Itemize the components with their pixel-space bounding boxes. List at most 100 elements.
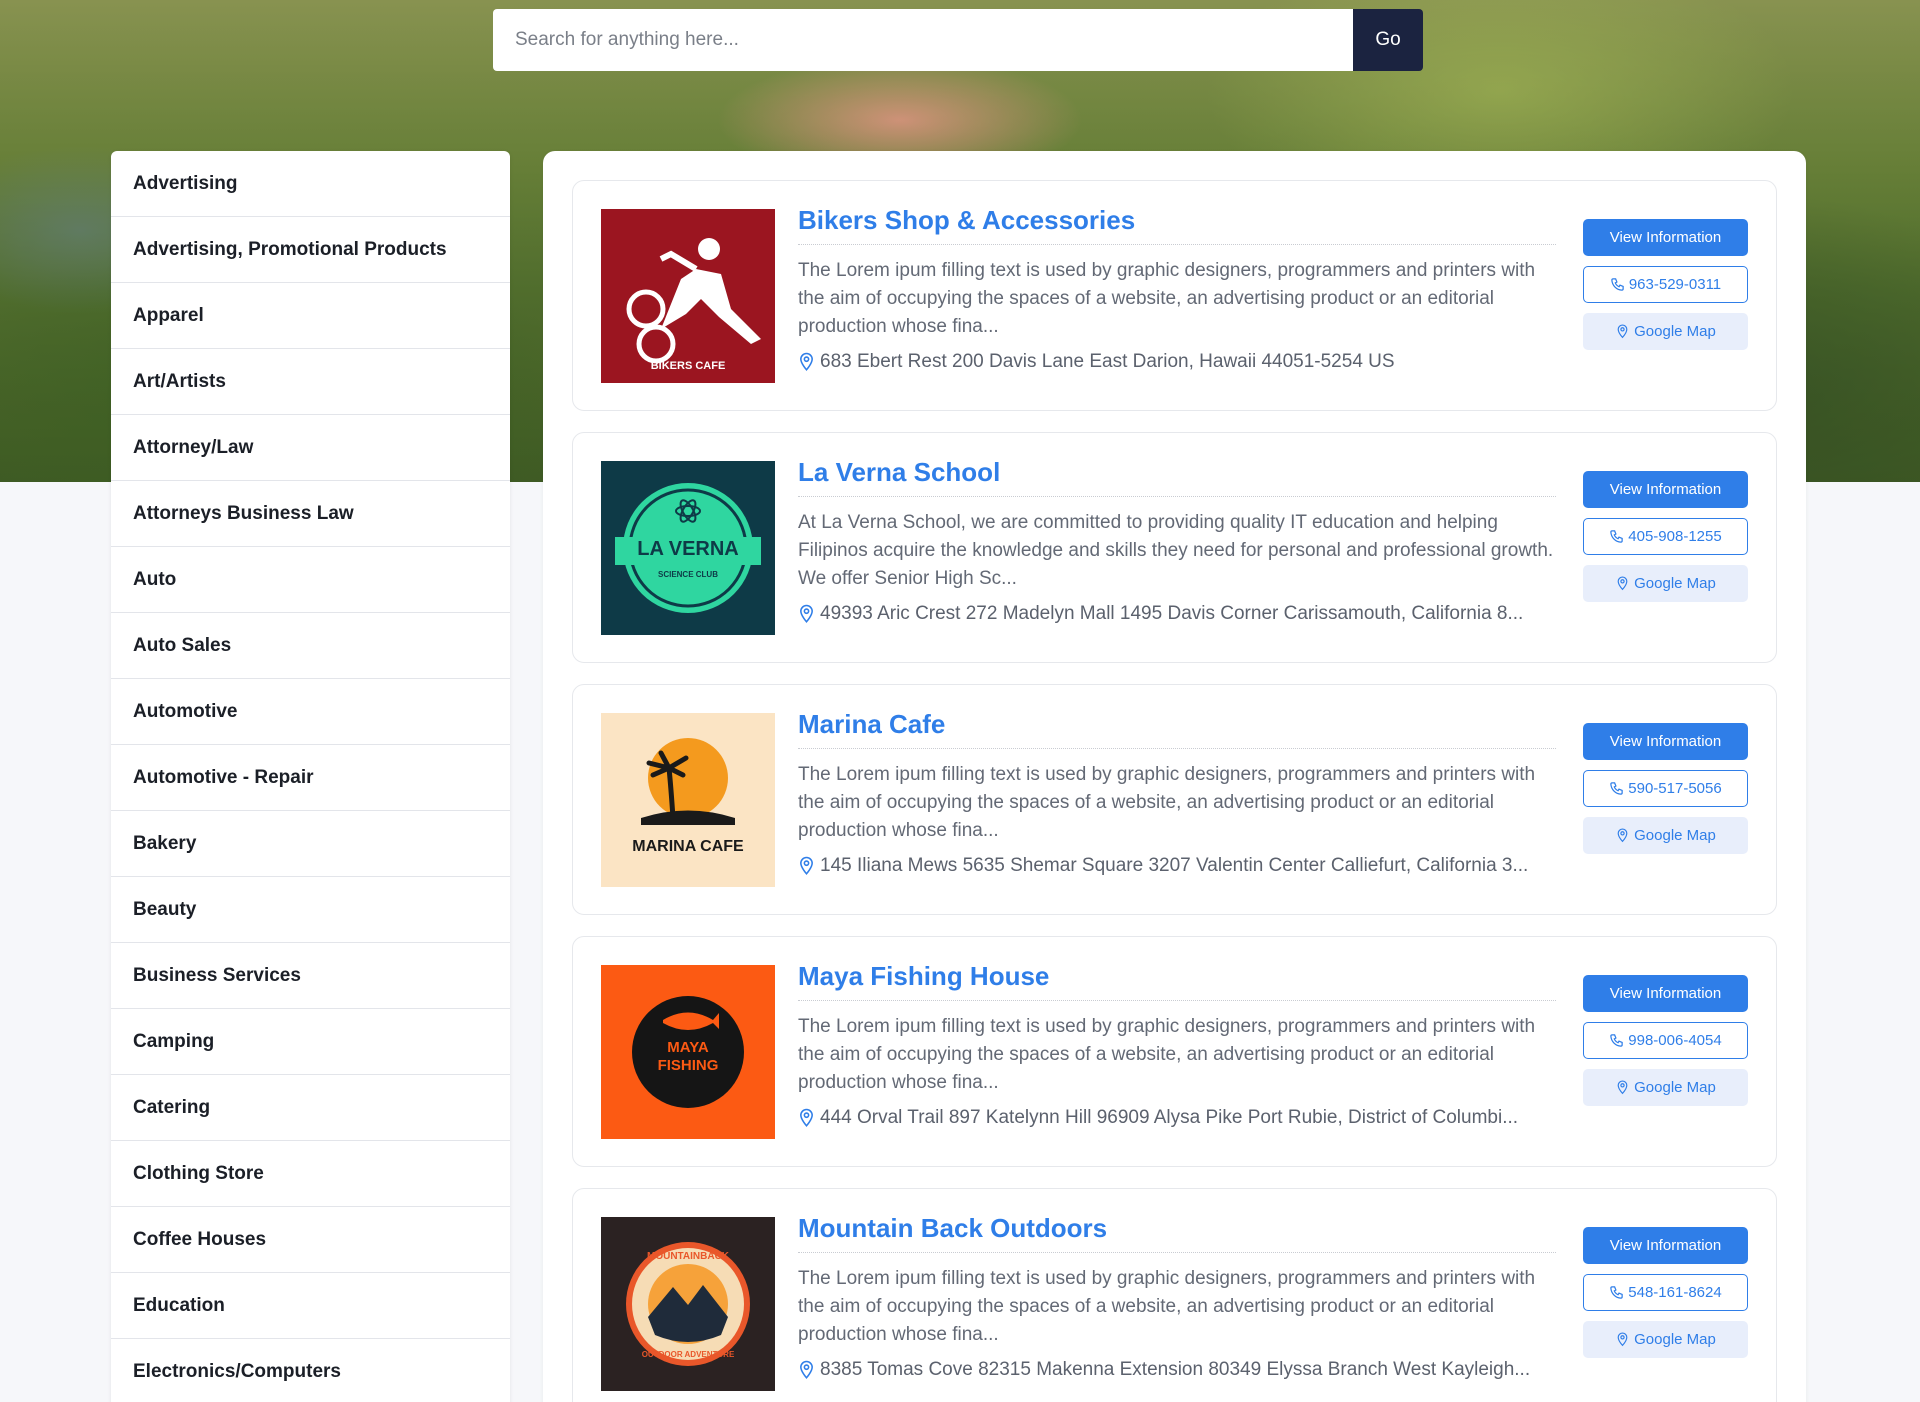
phone-number: 963-529-0311 bbox=[1628, 276, 1722, 293]
logo-subtext: FISHING bbox=[658, 1057, 719, 1074]
map-pin-icon bbox=[1617, 1080, 1628, 1095]
listing-description: The Lorem ipum filling text is used by g… bbox=[798, 764, 1536, 841]
category-sidebar: Advertising Advertising, Promotional Pro… bbox=[111, 151, 510, 1402]
logo-text: MAYA bbox=[667, 1039, 709, 1056]
logo-text: MOUNTAINBACK bbox=[647, 1251, 730, 1262]
listing-address: 683 Ebert Rest 200 Davis Lane East Dario… bbox=[798, 351, 1556, 373]
phone-number: 548-161-8624 bbox=[1628, 1284, 1722, 1301]
phone-icon bbox=[1611, 278, 1624, 291]
category-item[interactable]: Apparel bbox=[111, 283, 510, 349]
phone-number: 405-908-1255 bbox=[1628, 528, 1722, 545]
listing-address: 49393 Aric Crest 272 Madelyn Mall 1495 D… bbox=[798, 603, 1556, 625]
category-item[interactable]: Advertising bbox=[111, 151, 510, 217]
listing-description: The Lorem ipum filling text is used by g… bbox=[798, 260, 1536, 337]
logo-text: LA VERNA bbox=[637, 538, 738, 560]
listing-logo: MAYA FISHING bbox=[601, 965, 775, 1139]
listing-logo: MOUNTAINBACK OUTDOOR ADVENTURE bbox=[601, 1217, 775, 1391]
map-pin-icon bbox=[1617, 324, 1628, 339]
google-map-button[interactable]: Google Map bbox=[1583, 1321, 1748, 1358]
map-pin-icon bbox=[800, 1108, 813, 1127]
listing-title[interactable]: Marina Cafe bbox=[798, 709, 1556, 749]
phone-icon bbox=[1610, 1286, 1624, 1299]
logo-subtext: SCIENCE CLUB bbox=[658, 570, 718, 579]
logo-text: MARINA CAFE bbox=[632, 838, 744, 855]
phone-button[interactable]: 405-908-1255 bbox=[1583, 518, 1748, 555]
category-item[interactable]: Beauty bbox=[111, 877, 510, 943]
category-item[interactable]: Catering bbox=[111, 1075, 510, 1141]
listing-card: LA VERNA SCIENCE CLUB La Verna School At… bbox=[572, 432, 1777, 663]
map-label: Google Map bbox=[1634, 827, 1716, 844]
logo-subtext: OUTDOOR ADVENTURE bbox=[642, 1350, 735, 1359]
category-item[interactable]: Coffee Houses bbox=[111, 1207, 510, 1273]
phone-icon bbox=[1610, 782, 1624, 795]
category-item[interactable]: Clothing Store bbox=[111, 1141, 510, 1207]
listing-description: The Lorem ipum filling text is used by g… bbox=[798, 1268, 1536, 1345]
listing-card: MARINA CAFE Marina Cafe The Lorem ipum f… bbox=[572, 684, 1777, 915]
address-text: 444 Orval Trail 897 Katelynn Hill 96909 … bbox=[820, 1107, 1519, 1128]
listing-address: 444 Orval Trail 897 Katelynn Hill 96909 … bbox=[798, 1107, 1556, 1129]
address-text: 683 Ebert Rest 200 Davis Lane East Dario… bbox=[820, 351, 1395, 372]
logo-text: BIKERS CAFE bbox=[651, 360, 726, 372]
search-input[interactable] bbox=[493, 9, 1353, 71]
address-text: 49393 Aric Crest 272 Madelyn Mall 1495 D… bbox=[820, 603, 1524, 624]
category-item[interactable]: Electronics/Computers bbox=[111, 1339, 510, 1402]
google-map-button[interactable]: Google Map bbox=[1583, 1069, 1748, 1106]
phone-icon bbox=[1610, 530, 1624, 543]
listing-card: BIKERS CAFE Bikers Shop & Accessories Th… bbox=[572, 180, 1777, 411]
listing-title[interactable]: Mountain Back Outdoors bbox=[798, 1213, 1556, 1253]
phone-button[interactable]: 548-161-8624 bbox=[1583, 1274, 1748, 1311]
category-item[interactable]: Automotive bbox=[111, 679, 510, 745]
category-item[interactable]: Art/Artists bbox=[111, 349, 510, 415]
listing-card: MAYA FISHING Maya Fishing House The Lore… bbox=[572, 936, 1777, 1167]
map-label: Google Map bbox=[1634, 1079, 1716, 1096]
category-item[interactable]: Attorneys Business Law bbox=[111, 481, 510, 547]
map-pin-icon bbox=[1617, 828, 1628, 843]
listing-logo: MARINA CAFE bbox=[601, 713, 775, 887]
category-item[interactable]: Attorney/Law bbox=[111, 415, 510, 481]
address-text: 8385 Tomas Cove 82315 Makenna Extension … bbox=[820, 1359, 1531, 1380]
category-item[interactable]: Auto Sales bbox=[111, 613, 510, 679]
view-information-button[interactable]: View Information bbox=[1583, 219, 1748, 256]
view-information-button[interactable]: View Information bbox=[1583, 975, 1748, 1012]
category-item[interactable]: Camping bbox=[111, 1009, 510, 1075]
category-item[interactable]: Automotive - Repair bbox=[111, 745, 510, 811]
phone-number: 590-517-5056 bbox=[1628, 780, 1722, 797]
map-label: Google Map bbox=[1634, 1331, 1716, 1348]
phone-button[interactable]: 590-517-5056 bbox=[1583, 770, 1748, 807]
listing-logo: LA VERNA SCIENCE CLUB bbox=[601, 461, 775, 635]
map-pin-icon bbox=[800, 604, 813, 623]
listing-card: MOUNTAINBACK OUTDOOR ADVENTURE Mountain … bbox=[572, 1188, 1777, 1402]
listing-logo: BIKERS CAFE bbox=[601, 209, 775, 383]
search-go-button[interactable]: Go bbox=[1353, 9, 1423, 71]
google-map-button[interactable]: Google Map bbox=[1583, 313, 1748, 350]
listing-title[interactable]: La Verna School bbox=[798, 457, 1556, 497]
category-item[interactable]: Business Services bbox=[111, 943, 510, 1009]
address-text: 145 Iliana Mews 5635 Shemar Square 3207 … bbox=[820, 855, 1529, 876]
listing-description: The Lorem ipum filling text is used by g… bbox=[798, 1016, 1536, 1093]
google-map-button[interactable]: Google Map bbox=[1583, 817, 1748, 854]
phone-icon bbox=[1610, 1034, 1624, 1047]
category-item[interactable]: Bakery bbox=[111, 811, 510, 877]
listing-description: At La Verna School, we are committed to … bbox=[798, 512, 1554, 589]
category-item[interactable]: Auto bbox=[111, 547, 510, 613]
map-label: Google Map bbox=[1634, 575, 1716, 592]
category-item[interactable]: Advertising, Promotional Products bbox=[111, 217, 510, 283]
search-bar: Go bbox=[493, 9, 1423, 71]
map-pin-icon bbox=[1617, 576, 1628, 591]
map-pin-icon bbox=[800, 856, 813, 875]
listings-panel: BIKERS CAFE Bikers Shop & Accessories Th… bbox=[543, 151, 1806, 1402]
phone-button[interactable]: 963-529-0311 bbox=[1583, 266, 1748, 303]
view-information-button[interactable]: View Information bbox=[1583, 471, 1748, 508]
view-information-button[interactable]: View Information bbox=[1583, 723, 1748, 760]
category-item[interactable]: Education bbox=[111, 1273, 510, 1339]
listing-address: 145 Iliana Mews 5635 Shemar Square 3207 … bbox=[798, 855, 1556, 877]
listing-title[interactable]: Bikers Shop & Accessories bbox=[798, 205, 1556, 245]
google-map-button[interactable]: Google Map bbox=[1583, 565, 1748, 602]
listing-title[interactable]: Maya Fishing House bbox=[798, 961, 1556, 1001]
view-information-button[interactable]: View Information bbox=[1583, 1227, 1748, 1264]
map-pin-icon bbox=[1617, 1332, 1628, 1347]
map-label: Google Map bbox=[1634, 323, 1716, 340]
listing-address: 8385 Tomas Cove 82315 Makenna Extension … bbox=[798, 1359, 1556, 1381]
phone-number: 998-006-4054 bbox=[1628, 1032, 1722, 1049]
phone-button[interactable]: 998-006-4054 bbox=[1583, 1022, 1748, 1059]
